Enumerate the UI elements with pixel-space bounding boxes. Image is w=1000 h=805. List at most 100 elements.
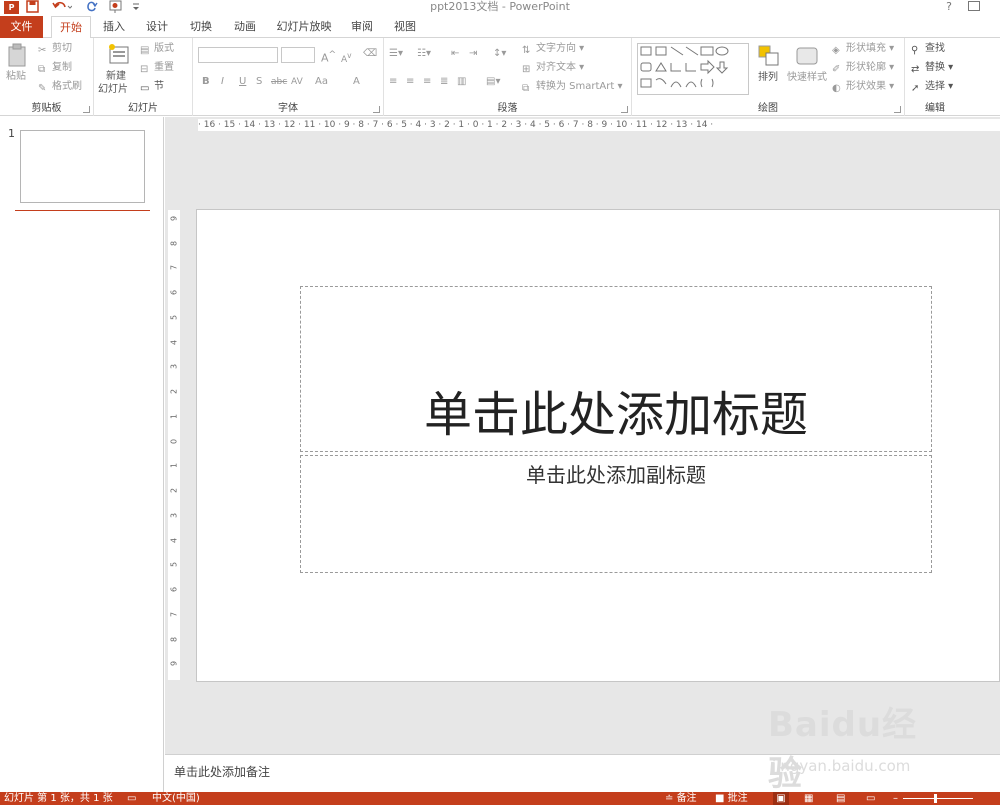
layout-button[interactable]: ▤ 版式 bbox=[140, 42, 174, 56]
underline-button[interactable]: U bbox=[239, 75, 246, 89]
group-editing: ⚲ 查找 ⇄ 替换 ▾ ➚ 选择 ▾ 编辑 bbox=[905, 38, 965, 116]
language-status[interactable]: 中文(中国) bbox=[152, 792, 200, 805]
text-direction-button[interactable]: ⇅ 文字方向 ▾ bbox=[522, 42, 584, 56]
shapes-gallery[interactable] bbox=[637, 43, 749, 95]
cursor-icon: ➚ bbox=[911, 83, 920, 94]
format-painter-button[interactable]: ✎ 格式刷 bbox=[38, 80, 82, 94]
reset-button[interactable]: ⊟ 重置 bbox=[140, 61, 174, 75]
tab-review[interactable]: 审阅 bbox=[346, 16, 378, 38]
slide-thumbnail-pane: 1 bbox=[0, 117, 164, 792]
clear-formatting-icon[interactable]: ⌫ bbox=[363, 47, 377, 61]
section-button[interactable]: ▭ 节 bbox=[140, 80, 164, 94]
align-left-icon[interactable]: ≡ bbox=[389, 75, 397, 89]
vertical-ruler-tick: 7 bbox=[169, 265, 179, 271]
slide-show-icon[interactable]: ▭ bbox=[866, 792, 875, 805]
new-slide-button[interactable]: 新建 bbox=[106, 70, 126, 84]
zoom-slider[interactable] bbox=[903, 798, 973, 799]
drawing-dialog-launcher[interactable] bbox=[894, 106, 901, 113]
group-label-font: 字体 bbox=[278, 103, 298, 114]
group-label-paragraph: 段落 bbox=[497, 103, 518, 114]
strikethrough-button[interactable]: abc bbox=[271, 75, 287, 89]
smartart-label: 转换为 SmartArt bbox=[536, 81, 615, 92]
distribute-icon[interactable]: ▥ bbox=[457, 75, 466, 89]
paragraph-dialog-launcher[interactable] bbox=[621, 106, 628, 113]
character-spacing-button[interactable]: AV bbox=[291, 75, 303, 89]
quick-styles-button[interactable]: 快速样式 bbox=[787, 71, 827, 85]
columns-icon[interactable]: ▤▾ bbox=[486, 75, 500, 89]
effects-icon: ◐ bbox=[832, 83, 841, 94]
insertion-marker bbox=[15, 210, 150, 211]
slide-count-status[interactable]: 幻灯片 第 1 张，共 1 张 bbox=[4, 792, 113, 805]
clipboard-dialog-launcher[interactable] bbox=[83, 106, 90, 113]
line-spacing-icon[interactable]: ↕▾ bbox=[493, 47, 506, 61]
select-button[interactable]: ➚ 选择 ▾ bbox=[911, 80, 953, 94]
tab-transitions[interactable]: 切换 bbox=[185, 16, 217, 38]
tab-slide-show[interactable]: 幻灯片放映 bbox=[273, 16, 335, 38]
tab-home[interactable]: 开始 bbox=[51, 16, 91, 39]
ribbon-display-options-button[interactable] bbox=[968, 1, 980, 11]
arrange-button[interactable]: 排列 bbox=[758, 71, 778, 85]
group-label-drawing: 绘图 bbox=[758, 103, 778, 114]
tab-design[interactable]: 设计 bbox=[141, 16, 173, 38]
find-label: 查找 bbox=[925, 43, 945, 54]
zoom-out-button[interactable]: – bbox=[893, 792, 898, 805]
title-placeholder-text[interactable]: 单击此处添加标题 bbox=[301, 375, 931, 445]
shape-outline-button[interactable]: ✐ 形状轮廓 ▾ bbox=[832, 61, 894, 75]
notes-placeholder[interactable]: 单击此处添加备注 bbox=[174, 763, 270, 780]
help-button[interactable]: ? bbox=[946, 0, 952, 13]
subtitle-placeholder[interactable]: 单击此处添加副标题 bbox=[300, 455, 932, 573]
notes-pane[interactable]: 单击此处添加备注 bbox=[165, 754, 1000, 792]
replace-button[interactable]: ⇄ 替换 ▾ bbox=[911, 61, 953, 75]
grow-font-button[interactable]: A^ bbox=[321, 48, 336, 66]
tab-file[interactable]: 文件 bbox=[0, 16, 43, 38]
bullets-icon[interactable]: ☰▾ bbox=[389, 47, 403, 61]
arrange-icon[interactable] bbox=[757, 44, 783, 70]
shrink-font-button[interactable]: Av bbox=[341, 49, 352, 67]
align-center-icon[interactable]: ≡ bbox=[406, 75, 414, 89]
paste-icon[interactable] bbox=[6, 43, 32, 69]
powerpoint-window: P ppt2013文档 - PowerPoint ? 文件 开始 插入 设计 切… bbox=[0, 0, 1000, 805]
tab-insert[interactable]: 插入 bbox=[98, 16, 130, 38]
font-color-button[interactable]: A bbox=[353, 75, 360, 89]
subtitle-placeholder-text[interactable]: 单击此处添加副标题 bbox=[301, 459, 931, 488]
group-paragraph: ☰▾ ☷▾ ⇤ ⇥ ↕▾ ⇅ 文字方向 ▾ ⊞ 对齐文本 ▾ ⧉ 转换为 SmartA… bbox=[384, 38, 632, 116]
text-shadow-button[interactable]: S bbox=[256, 75, 262, 89]
font-name-dropdown[interactable] bbox=[198, 47, 278, 63]
quick-styles-icon[interactable] bbox=[795, 44, 821, 70]
new-slide-icon[interactable] bbox=[106, 42, 132, 68]
slide-sorter-icon[interactable]: ▦ bbox=[804, 792, 813, 805]
bold-button[interactable]: B bbox=[202, 75, 210, 89]
vertical-ruler-tick: 4 bbox=[169, 537, 179, 543]
paint-bucket-icon: ◈ bbox=[832, 45, 840, 56]
font-size-dropdown[interactable] bbox=[281, 47, 315, 63]
comments-toggle-button[interactable]: ■ 批注 bbox=[715, 792, 748, 805]
shape-fill-button[interactable]: ◈ 形状填充 ▾ bbox=[832, 42, 894, 56]
find-button[interactable]: ⚲ 查找 bbox=[911, 42, 945, 56]
font-dialog-launcher[interactable] bbox=[373, 106, 380, 113]
shape-effects-button[interactable]: ◐ 形状效果 ▾ bbox=[832, 80, 894, 94]
tab-animations[interactable]: 动画 bbox=[229, 16, 261, 38]
align-text-button[interactable]: ⊞ 对齐文本 ▾ bbox=[522, 61, 584, 75]
align-right-icon[interactable]: ≡ bbox=[423, 75, 431, 89]
convert-smartart-button[interactable]: ⧉ 转换为 SmartArt ▾ bbox=[522, 80, 623, 94]
numbering-icon[interactable]: ☷▾ bbox=[417, 47, 431, 61]
tab-view[interactable]: 视图 bbox=[389, 16, 421, 38]
slide-thumbnail[interactable] bbox=[20, 130, 145, 203]
decrease-indent-icon[interactable]: ⇤ bbox=[451, 47, 459, 61]
title-placeholder[interactable]: 单击此处添加标题 bbox=[300, 286, 932, 452]
new-slide-dropdown[interactable]: 幻灯片 bbox=[98, 83, 128, 97]
normal-view-icon[interactable]: ▣ bbox=[773, 792, 789, 805]
zoom-slider-thumb[interactable] bbox=[934, 794, 937, 803]
vertical-ruler-tick: 9 bbox=[169, 661, 179, 667]
paste-button[interactable]: 粘贴 bbox=[6, 70, 26, 84]
comment-icon: ■ bbox=[715, 793, 728, 804]
cut-button[interactable]: ✂ 剪切 bbox=[38, 42, 72, 56]
italic-button[interactable]: I bbox=[221, 75, 224, 89]
notes-toggle-button[interactable]: ≐ 备注 bbox=[665, 792, 697, 805]
increase-indent-icon[interactable]: ⇥ bbox=[469, 47, 477, 61]
spell-check-icon[interactable]: ▭ bbox=[127, 792, 136, 805]
justify-icon[interactable]: ≣ bbox=[440, 75, 448, 89]
reading-view-icon[interactable]: ▤ bbox=[836, 792, 845, 805]
copy-button[interactable]: ⧉ 复制 bbox=[38, 61, 72, 75]
change-case-button[interactable]: Aa bbox=[315, 75, 328, 89]
